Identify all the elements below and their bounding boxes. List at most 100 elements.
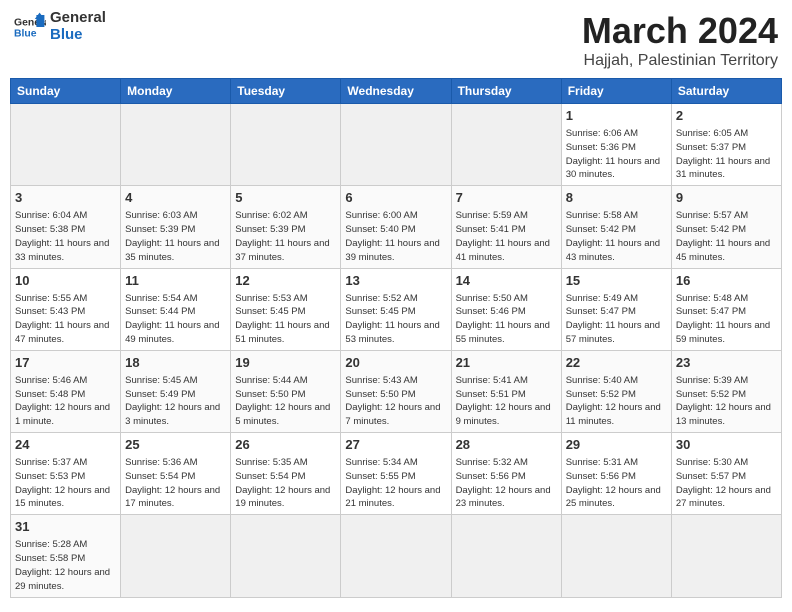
column-header-wednesday: Wednesday bbox=[341, 79, 451, 104]
day-number: 27 bbox=[345, 436, 446, 454]
calendar-week-4: 17Sunrise: 5:46 AM Sunset: 5:48 PM Dayli… bbox=[11, 350, 782, 432]
calendar-cell: 7Sunrise: 5:59 AM Sunset: 5:41 PM Daylig… bbox=[451, 186, 561, 268]
calendar-cell: 31Sunrise: 5:28 AM Sunset: 5:58 PM Dayli… bbox=[11, 515, 121, 597]
day-number: 2 bbox=[676, 107, 777, 125]
calendar-cell: 30 Sunrise: 5:30 AM Sunset: 5:57 PM Dayli… bbox=[671, 433, 781, 515]
calendar-header-row: SundayMondayTuesdayWednesdayThursdayFrid… bbox=[11, 79, 782, 104]
column-header-thursday: Thursday bbox=[451, 79, 561, 104]
calendar-cell bbox=[671, 515, 781, 597]
day-number: 24 bbox=[15, 436, 116, 454]
day-number: 20 bbox=[345, 354, 446, 372]
calendar-cell: 22 Sunrise: 5:40 AM Sunset: 5:52 PM Dayli… bbox=[561, 350, 671, 432]
day-number: 23 bbox=[676, 354, 777, 372]
logo: General Blue General Blue bbox=[14, 10, 106, 43]
calendar-cell: 20 Sunrise: 5:43 AM Sunset: 5:50 PM Dayli… bbox=[341, 350, 451, 432]
calendar-cell: 11 Sunrise: 5:54 AM Sunset: 5:44 PM Dayli… bbox=[121, 268, 231, 350]
calendar-cell: 15 Sunrise: 5:49 AM Sunset: 5:47 PM Dayli… bbox=[561, 268, 671, 350]
day-number: 4 bbox=[125, 189, 226, 207]
column-header-monday: Monday bbox=[121, 79, 231, 104]
logo-icon: General Blue bbox=[14, 11, 46, 43]
day-number: 16 bbox=[676, 272, 777, 290]
day-info: Sunrise: 5:53 AM Sunset: 5:45 PM Dayligh… bbox=[235, 292, 336, 347]
day-number: 11 bbox=[125, 272, 226, 290]
calendar-cell: 13Sunrise: 5:52 AM Sunset: 5:45 PM Dayli… bbox=[341, 268, 451, 350]
day-number: 13 bbox=[345, 272, 446, 290]
day-number: 8 bbox=[566, 189, 667, 207]
day-info: Sunrise: 5:57 AM Sunset: 5:42 PM Dayligh… bbox=[676, 209, 777, 264]
day-info: Sunrise: 5:50 AM Sunset: 5:46 PM Dayligh… bbox=[456, 292, 557, 347]
calendar-cell: 4Sunrise: 6:03 AM Sunset: 5:39 PM Daylig… bbox=[121, 186, 231, 268]
day-info: Sunrise: 5:41 AM Sunset: 5:51 PM Dayligh… bbox=[456, 374, 557, 429]
calendar-table: SundayMondayTuesdayWednesdayThursdayFrid… bbox=[10, 78, 782, 598]
calendar-week-5: 24 Sunrise: 5:37 AM Sunset: 5:53 PM Dayli… bbox=[11, 433, 782, 515]
column-header-sunday: Sunday bbox=[11, 79, 121, 104]
calendar-cell bbox=[341, 515, 451, 597]
calendar-week-1: 1 Sunrise: 6:06 AM Sunset: 5:36 PM Daylig… bbox=[11, 104, 782, 186]
day-info: Sunrise: 5:28 AM Sunset: 5:58 PM Dayligh… bbox=[15, 538, 116, 593]
calendar-cell: 9 Sunrise: 5:57 AM Sunset: 5:42 PM Daylig… bbox=[671, 186, 781, 268]
title-block: March 2024 Hajjah, Palestinian Territory bbox=[582, 10, 778, 70]
day-info: Sunrise: 5:54 AM Sunset: 5:44 PM Dayligh… bbox=[125, 292, 226, 347]
calendar-cell bbox=[451, 104, 561, 186]
day-info: Sunrise: 6:00 AM Sunset: 5:40 PM Dayligh… bbox=[345, 209, 446, 264]
calendar-cell: 16 Sunrise: 5:48 AM Sunset: 5:47 PM Dayli… bbox=[671, 268, 781, 350]
day-number: 28 bbox=[456, 436, 557, 454]
calendar-cell bbox=[231, 104, 341, 186]
day-info: Sunrise: 5:34 AM Sunset: 5:55 PM Dayligh… bbox=[345, 456, 446, 511]
calendar-cell bbox=[121, 104, 231, 186]
day-number: 30 bbox=[676, 436, 777, 454]
calendar-week-3: 10Sunrise: 5:55 AM Sunset: 5:43 PM Dayli… bbox=[11, 268, 782, 350]
calendar-cell: 25Sunrise: 5:36 AM Sunset: 5:54 PM Dayli… bbox=[121, 433, 231, 515]
day-info: Sunrise: 6:05 AM Sunset: 5:37 PM Dayligh… bbox=[676, 127, 777, 182]
calendar-cell bbox=[231, 515, 341, 597]
page-header: General Blue General Blue March 2024 Haj… bbox=[10, 10, 782, 70]
day-number: 18 bbox=[125, 354, 226, 372]
day-info: Sunrise: 5:30 AM Sunset: 5:57 PM Dayligh… bbox=[676, 456, 777, 511]
location-subtitle: Hajjah, Palestinian Territory bbox=[582, 52, 778, 70]
day-info: Sunrise: 5:44 AM Sunset: 5:50 PM Dayligh… bbox=[235, 374, 336, 429]
calendar-cell: 5Sunrise: 6:02 AM Sunset: 5:39 PM Daylig… bbox=[231, 186, 341, 268]
day-info: Sunrise: 5:58 AM Sunset: 5:42 PM Dayligh… bbox=[566, 209, 667, 264]
day-number: 10 bbox=[15, 272, 116, 290]
calendar-cell: 14Sunrise: 5:50 AM Sunset: 5:46 PM Dayli… bbox=[451, 268, 561, 350]
day-number: 9 bbox=[676, 189, 777, 207]
day-number: 3 bbox=[15, 189, 116, 207]
calendar-week-6: 31Sunrise: 5:28 AM Sunset: 5:58 PM Dayli… bbox=[11, 515, 782, 597]
day-number: 7 bbox=[456, 189, 557, 207]
calendar-week-2: 3 Sunrise: 6:04 AM Sunset: 5:38 PM Daylig… bbox=[11, 186, 782, 268]
calendar-cell: 10Sunrise: 5:55 AM Sunset: 5:43 PM Dayli… bbox=[11, 268, 121, 350]
day-info: Sunrise: 5:36 AM Sunset: 5:54 PM Dayligh… bbox=[125, 456, 226, 511]
day-info: Sunrise: 5:48 AM Sunset: 5:47 PM Dayligh… bbox=[676, 292, 777, 347]
day-number: 15 bbox=[566, 272, 667, 290]
calendar-cell: 29Sunrise: 5:31 AM Sunset: 5:56 PM Dayli… bbox=[561, 433, 671, 515]
calendar-cell: 24 Sunrise: 5:37 AM Sunset: 5:53 PM Dayli… bbox=[11, 433, 121, 515]
calendar-cell bbox=[11, 104, 121, 186]
day-number: 1 bbox=[566, 107, 667, 125]
calendar-cell: 23 Sunrise: 5:39 AM Sunset: 5:52 PM Dayli… bbox=[671, 350, 781, 432]
day-info: Sunrise: 5:40 AM Sunset: 5:52 PM Dayligh… bbox=[566, 374, 667, 429]
day-info: Sunrise: 5:49 AM Sunset: 5:47 PM Dayligh… bbox=[566, 292, 667, 347]
calendar-cell: 8 Sunrise: 5:58 AM Sunset: 5:42 PM Daylig… bbox=[561, 186, 671, 268]
day-info: Sunrise: 5:43 AM Sunset: 5:50 PM Dayligh… bbox=[345, 374, 446, 429]
calendar-cell: 26 Sunrise: 5:35 AM Sunset: 5:54 PM Dayli… bbox=[231, 433, 341, 515]
day-info: Sunrise: 6:06 AM Sunset: 5:36 PM Dayligh… bbox=[566, 127, 667, 182]
calendar-cell: 1 Sunrise: 6:06 AM Sunset: 5:36 PM Daylig… bbox=[561, 104, 671, 186]
calendar-cell: 6 Sunrise: 6:00 AM Sunset: 5:40 PM Daylig… bbox=[341, 186, 451, 268]
calendar-cell bbox=[451, 515, 561, 597]
day-info: Sunrise: 6:02 AM Sunset: 5:39 PM Dayligh… bbox=[235, 209, 336, 264]
day-number: 26 bbox=[235, 436, 336, 454]
calendar-cell: 28Sunrise: 5:32 AM Sunset: 5:56 PM Dayli… bbox=[451, 433, 561, 515]
day-number: 22 bbox=[566, 354, 667, 372]
day-number: 21 bbox=[456, 354, 557, 372]
calendar-cell: 3 Sunrise: 6:04 AM Sunset: 5:38 PM Daylig… bbox=[11, 186, 121, 268]
column-header-saturday: Saturday bbox=[671, 79, 781, 104]
day-info: Sunrise: 5:35 AM Sunset: 5:54 PM Dayligh… bbox=[235, 456, 336, 511]
calendar-cell: 18Sunrise: 5:45 AM Sunset: 5:49 PM Dayli… bbox=[121, 350, 231, 432]
day-number: 6 bbox=[345, 189, 446, 207]
column-header-friday: Friday bbox=[561, 79, 671, 104]
calendar-cell: 2 Sunrise: 6:05 AM Sunset: 5:37 PM Daylig… bbox=[671, 104, 781, 186]
day-info: Sunrise: 5:37 AM Sunset: 5:53 PM Dayligh… bbox=[15, 456, 116, 511]
day-info: Sunrise: 5:39 AM Sunset: 5:52 PM Dayligh… bbox=[676, 374, 777, 429]
day-info: Sunrise: 6:04 AM Sunset: 5:38 PM Dayligh… bbox=[15, 209, 116, 264]
logo-general-text: General bbox=[50, 10, 106, 27]
